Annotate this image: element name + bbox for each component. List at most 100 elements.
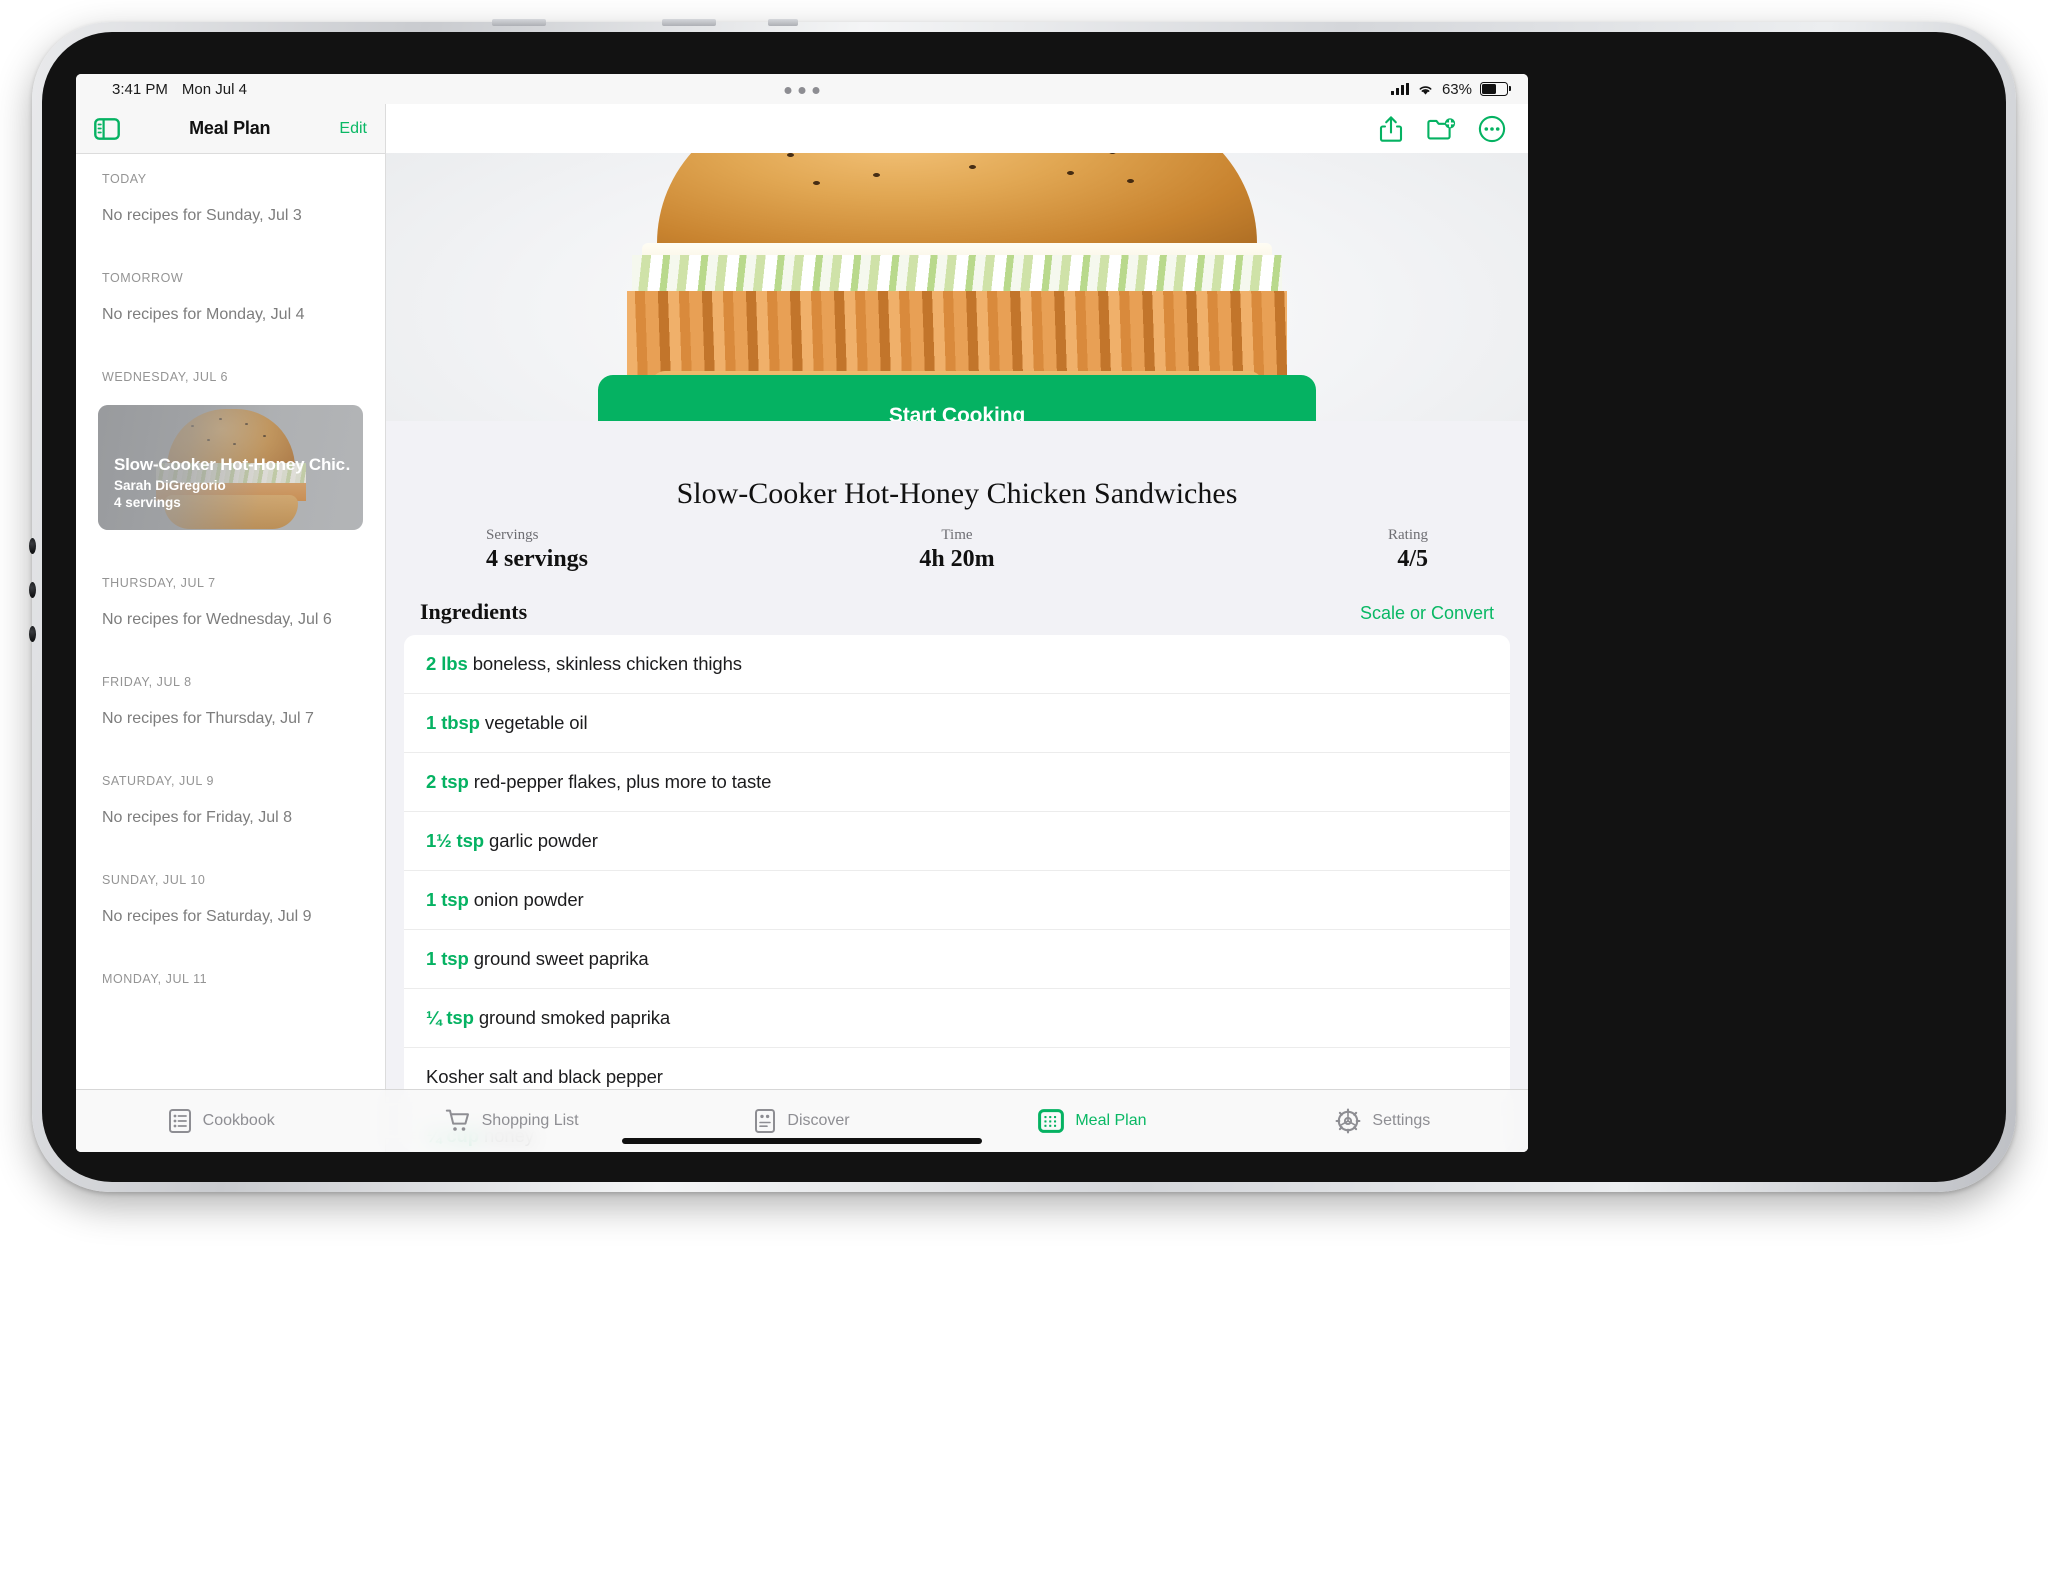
ingredient-qty: 1 tbsp xyxy=(426,712,480,733)
sidebar-navbar: Meal Plan Edit xyxy=(76,104,385,154)
bun-seeds xyxy=(657,153,1257,217)
ingredient-qty: 1 tsp xyxy=(426,948,469,969)
meta-time: Time 4h 20m xyxy=(800,527,1114,573)
day-heading: MONDAY, JUL 11 xyxy=(102,972,208,986)
ingredient-text: ground smoked paprika xyxy=(473,1007,671,1028)
day-empty-text: No recipes for Wednesday, Jul 6 xyxy=(102,611,332,628)
volume-down-button[interactable] xyxy=(662,19,716,26)
battery-percent-label: 63% xyxy=(1441,80,1472,98)
more-ellipsis-icon[interactable] xyxy=(1478,115,1506,143)
meta-value: 4 servings xyxy=(486,546,588,572)
edit-button[interactable]: Edit xyxy=(339,120,367,138)
day-empty-text: No recipes for Friday, Jul 8 xyxy=(102,809,292,826)
device-bezel: 3:41 PM Mon Jul 4 63% Meal Plan Edit TOD… xyxy=(42,32,2006,1182)
tab-cookbook[interactable]: Cookbook xyxy=(76,1108,366,1134)
battery-icon xyxy=(1480,82,1511,96)
shopping-cart-icon xyxy=(445,1109,469,1131)
ingredients-list[interactable]: 2 lbs boneless, skinless chicken thighs … xyxy=(404,635,1510,1152)
day-heading: TOMORROW xyxy=(102,271,184,285)
app-container: Meal Plan Edit TODAY No recipes for Sund… xyxy=(76,104,1528,1152)
tab-label: Shopping List xyxy=(481,1112,579,1129)
day-empty-text: No recipes for Sunday, Jul 3 xyxy=(102,207,302,224)
ingredient-qty: 1½ tsp xyxy=(426,830,485,851)
ingredient-text: Kosher salt and black pepper xyxy=(426,1066,663,1087)
tab-bar: Cookbook Shopping List Discover Meal Pla… xyxy=(76,1089,1528,1152)
tab-shopping-list[interactable]: Shopping List xyxy=(366,1108,656,1134)
day-heading: THURSDAY, JUL 7 xyxy=(102,576,216,590)
home-indicator[interactable] xyxy=(622,1138,982,1144)
ingredient-text: onion powder xyxy=(468,889,584,910)
ingredient-row[interactable]: 1 tsp onion powder xyxy=(404,871,1510,930)
meal-plan-recipe-card[interactable]: Slow-Cooker Hot-Honey Chic… Sarah DiGreg… xyxy=(98,405,363,530)
recipe-detail-pane: Start Cooking Slow-Cooker Hot-Honey Chic… xyxy=(386,104,1528,1152)
meta-servings: Servings 4 servings xyxy=(486,527,800,573)
tab-label: Cookbook xyxy=(202,1112,275,1129)
ingredient-text: boneless, skinless chicken thighs xyxy=(467,653,742,674)
share-icon[interactable] xyxy=(1378,115,1404,143)
status-date: Mon Jul 4 xyxy=(181,80,247,98)
ingredient-row[interactable]: 2 lbs boneless, skinless chicken thighs xyxy=(404,635,1510,694)
tab-meal-plan[interactable]: Meal Plan xyxy=(947,1108,1237,1134)
power-button[interactable] xyxy=(768,19,798,26)
day-empty-text: No recipes for Monday, Jul 4 xyxy=(102,306,305,323)
recipe-title: Slow-Cooker Hot-Honey Chicken Sandwiches xyxy=(676,477,1238,510)
status-bar: 3:41 PM Mon Jul 4 63% xyxy=(76,74,1528,104)
ingredient-row[interactable]: 2 tsp red-pepper flakes, plus more to ta… xyxy=(404,753,1510,812)
signal-bars-icon xyxy=(1390,83,1409,95)
ingredients-header: Ingredients Scale or Convert xyxy=(386,573,1528,635)
sidebar: Meal Plan Edit TODAY No recipes for Sund… xyxy=(76,104,386,1152)
gear-icon xyxy=(1335,1108,1361,1134)
meta-label: Servings xyxy=(486,527,539,543)
ingredient-text: vegetable oil xyxy=(479,712,588,733)
calendar-grid-icon xyxy=(1038,1109,1065,1133)
meta-label: Rating xyxy=(1388,527,1428,543)
day-heading: FRIDAY, JUL 8 xyxy=(102,675,192,689)
sensor-dot-1 xyxy=(29,582,36,598)
day-heading: SUNDAY, JUL 10 xyxy=(102,873,206,887)
recipe-hero-image: Start Cooking xyxy=(386,153,1528,421)
status-bar-left: 3:41 PM Mon Jul 4 xyxy=(112,81,247,98)
multitasking-handle-icon[interactable] xyxy=(784,87,820,94)
ingredient-row[interactable]: 1½ tsp garlic powder xyxy=(404,812,1510,871)
wifi-icon xyxy=(1419,85,1432,95)
screen: 3:41 PM Mon Jul 4 63% Meal Plan Edit TOD… xyxy=(76,74,1528,1152)
tab-label: Discover xyxy=(787,1112,850,1129)
screenshot-root: 3:41 PM Mon Jul 4 63% Meal Plan Edit TOD… xyxy=(0,0,2048,1576)
quote-discover-icon xyxy=(755,1109,776,1133)
day-heading: WEDNESDAY, JUL 6 xyxy=(102,370,228,384)
recipe-card-servings: 4 servings xyxy=(114,495,181,510)
ingredient-row[interactable]: ¼ tsp ground smoked paprika xyxy=(404,989,1510,1048)
folder-plus-icon[interactable] xyxy=(1426,116,1456,142)
meta-value: 4/5 xyxy=(1397,546,1428,572)
status-time: 3:41 PM xyxy=(112,80,168,98)
recipe-card-author: Sarah DiGregorio xyxy=(114,478,226,493)
sidebar-toggle-icon[interactable] xyxy=(94,117,120,140)
recipe-meta-row: Servings 4 servings Time 4h 20m Rating 4… xyxy=(486,527,1428,573)
status-bar-right: 63% xyxy=(1390,80,1511,98)
recipe-card-text: Slow-Cooker Hot-Honey Chic… Sarah DiGreg… xyxy=(114,455,351,510)
detail-toolbar xyxy=(386,104,1528,153)
front-camera xyxy=(29,538,36,554)
cookbook-list-icon xyxy=(168,1109,191,1133)
tab-settings[interactable]: Settings xyxy=(1238,1108,1528,1134)
meta-label: Time xyxy=(941,527,973,543)
ingredients-heading: Ingredients xyxy=(420,599,528,624)
ingredient-row[interactable]: 1 tsp ground sweet paprika xyxy=(404,930,1510,989)
start-cooking-button[interactable]: Start Cooking xyxy=(598,375,1316,421)
ingredient-qty: 1 tsp xyxy=(426,889,469,910)
tab-discover[interactable]: Discover xyxy=(657,1108,947,1134)
scale-or-convert-link[interactable]: Scale or Convert xyxy=(1360,603,1494,624)
meta-value: 4h 20m xyxy=(919,546,995,572)
page-title: Meal Plan xyxy=(189,118,271,138)
recipe-meta-section: Slow-Cooker Hot-Honey Chicken Sandwiches… xyxy=(386,421,1528,573)
volume-up-button[interactable] xyxy=(492,19,546,26)
meta-rating: Rating 4/5 xyxy=(1114,527,1428,573)
ingredient-text: garlic powder xyxy=(484,830,598,851)
day-heading: TODAY xyxy=(102,172,147,186)
ingredient-text: ground sweet paprika xyxy=(468,948,649,969)
sensor-dot-2 xyxy=(29,626,36,642)
meal-plan-list[interactable]: TODAY No recipes for Sunday, Jul 3 TOMOR… xyxy=(76,154,385,1152)
day-empty-text: No recipes for Saturday, Jul 9 xyxy=(102,908,312,925)
tab-label: Meal Plan xyxy=(1075,1112,1147,1129)
ingredient-row[interactable]: 1 tbsp vegetable oil xyxy=(404,694,1510,753)
